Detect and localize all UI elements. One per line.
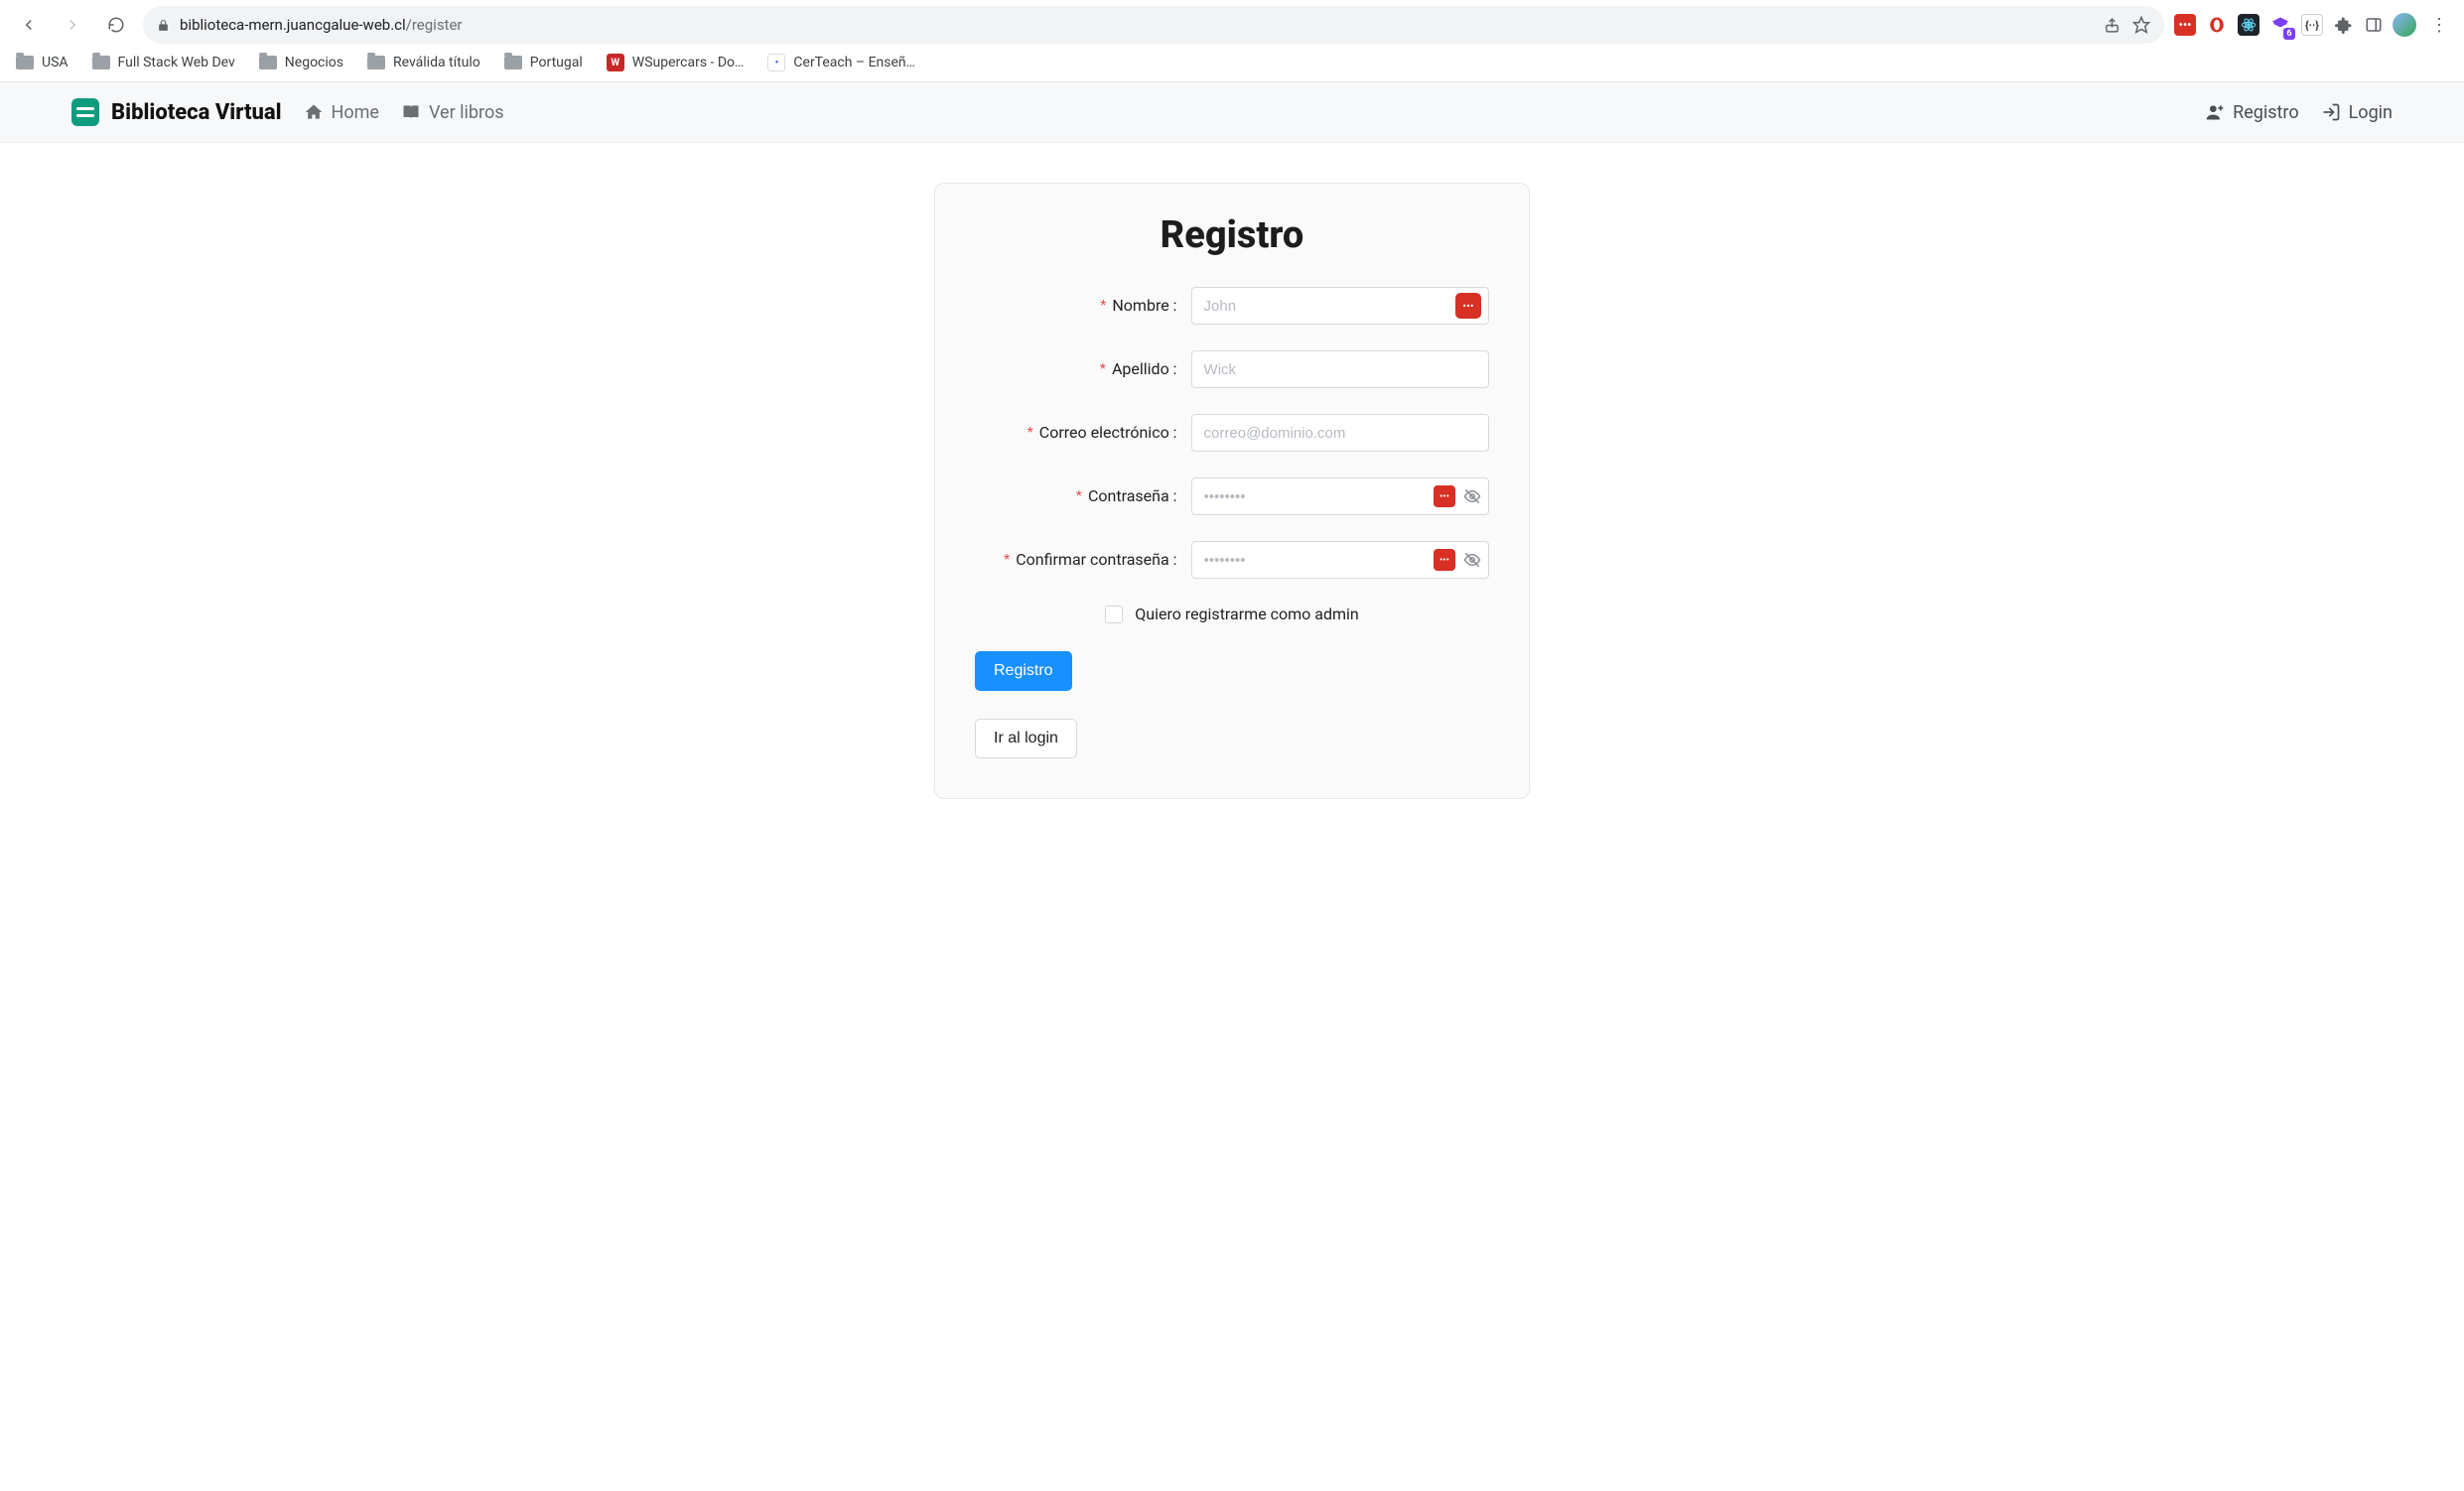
eye-off-icon[interactable] xyxy=(1463,551,1481,569)
admin-checkbox-label: Quiero registrarme como admin xyxy=(1135,605,1359,623)
book-open-icon xyxy=(401,102,421,122)
folder-icon xyxy=(92,56,110,69)
bookmark-negocios[interactable]: Negocios xyxy=(259,55,343,70)
row-email: * Correo electrónico : xyxy=(975,414,1489,452)
password-manager-icon[interactable]: ••• xyxy=(1434,485,1455,507)
share-icon[interactable] xyxy=(2104,17,2121,34)
extension-grad-icon[interactable]: 6 xyxy=(2269,14,2291,36)
bookmark-revalida[interactable]: Reválida título xyxy=(367,55,480,70)
chrome-menu-icon[interactable]: ⋮ xyxy=(2426,15,2452,36)
brand-title: Biblioteca Virtual xyxy=(111,100,282,125)
input-name[interactable] xyxy=(1191,287,1489,325)
bookmark-label: Negocios xyxy=(285,55,343,70)
url-path: /register xyxy=(406,16,463,34)
url-host: biblioteca-mern.juancgalue-web.cl xyxy=(180,16,406,34)
favicon-icon: W xyxy=(607,54,624,71)
nav-label: Ver libros xyxy=(429,102,504,123)
password-manager-icon[interactable]: ••• xyxy=(1455,293,1481,319)
row-lastname: * Apellido : xyxy=(975,350,1489,388)
label-email: * Correo electrónico : xyxy=(975,423,1191,443)
browser-chrome: biblioteca-mern.juancgalue-web.cl/regist… xyxy=(0,0,2464,82)
nav-books[interactable]: Ver libros xyxy=(401,102,504,123)
nav-login[interactable]: Login xyxy=(2321,102,2393,123)
row-password: * Contraseña : ••• xyxy=(975,477,1489,515)
register-card: Registro * Nombre : ••• * Apellido : * C… xyxy=(934,183,1530,799)
nav-label: Registro xyxy=(2233,102,2299,123)
bookmark-label: Portugal xyxy=(530,55,583,70)
browser-toolbar: biblioteca-mern.juancgalue-web.cl/regist… xyxy=(0,0,2464,50)
bookmark-wsupercars[interactable]: W WSupercars - Do… xyxy=(607,54,745,71)
login-icon xyxy=(2321,102,2341,122)
bookmark-label: WSupercars - Do… xyxy=(632,55,745,70)
row-name: * Nombre : ••• xyxy=(975,287,1489,325)
bookmark-label: Reválida título xyxy=(393,55,480,70)
row-admin-checkbox[interactable]: Quiero registrarme como admin xyxy=(975,605,1489,623)
label-lastname: * Apellido : xyxy=(975,359,1191,379)
address-bar[interactable]: biblioteca-mern.juancgalue-web.cl/regist… xyxy=(143,6,2164,44)
bookmarks-bar: USA Full Stack Web Dev Negocios Reválida… xyxy=(0,50,2464,82)
input-lastname[interactable] xyxy=(1191,350,1489,388)
folder-icon xyxy=(367,56,385,69)
nav-right: Registro Login xyxy=(2205,102,2393,123)
extension-opera-icon[interactable] xyxy=(2206,14,2228,36)
label-password: * Contraseña : xyxy=(975,486,1191,506)
extension-braces-icon[interactable]: {··} xyxy=(2301,14,2323,36)
folder-icon xyxy=(259,56,277,69)
reload-button[interactable] xyxy=(99,8,133,42)
folder-icon xyxy=(504,56,522,69)
label-confirm: * Confirmar contraseña : xyxy=(975,550,1191,570)
app-navbar: Biblioteca Virtual Home Ver libros Regis… xyxy=(0,82,2464,143)
admin-checkbox[interactable] xyxy=(1105,606,1123,623)
user-plus-icon xyxy=(2205,102,2225,122)
nav-links: Home Ver libros xyxy=(304,102,504,123)
bookmark-star-icon[interactable] xyxy=(2132,16,2150,34)
bookmark-label: Full Stack Web Dev xyxy=(118,55,235,70)
go-to-login-button[interactable]: Ir al login xyxy=(975,719,1077,758)
bookmark-fullstack[interactable]: Full Stack Web Dev xyxy=(92,55,235,70)
extension-react-devtools-icon[interactable] xyxy=(2238,14,2259,36)
nav-home[interactable]: Home xyxy=(304,102,379,123)
back-button[interactable] xyxy=(12,8,46,42)
bookmark-usa[interactable]: USA xyxy=(16,55,68,70)
lock-icon xyxy=(157,19,170,32)
favicon-icon: • xyxy=(767,54,785,71)
row-confirm: * Confirmar contraseña : ••• xyxy=(975,541,1489,579)
bookmark-label: CerTeach – Enseñ… xyxy=(793,55,915,70)
form-actions: Registro Ir al login xyxy=(975,651,1489,758)
nav-register[interactable]: Registro xyxy=(2205,102,2299,123)
brand[interactable]: Biblioteca Virtual xyxy=(71,98,282,126)
label-name: * Nombre : xyxy=(975,296,1191,316)
password-manager-icon[interactable]: ••• xyxy=(1434,549,1455,571)
brand-book-icon xyxy=(71,98,99,126)
bookmark-portugal[interactable]: Portugal xyxy=(504,55,583,70)
nav-label: Login xyxy=(2349,102,2393,123)
form-title: Registro xyxy=(975,213,1489,257)
folder-icon xyxy=(16,56,34,69)
submit-button[interactable]: Registro xyxy=(975,651,1072,691)
nav-label: Home xyxy=(332,102,379,123)
profile-avatar[interactable] xyxy=(2393,13,2416,37)
input-email[interactable] xyxy=(1191,414,1489,452)
forward-button[interactable] xyxy=(56,8,89,42)
bookmark-certeach[interactable]: • CerTeach – Enseñ… xyxy=(767,54,915,71)
extension-lastpass-icon[interactable]: ••• xyxy=(2174,14,2196,36)
extensions-menu-icon[interactable] xyxy=(2333,14,2355,36)
eye-off-icon[interactable] xyxy=(1463,487,1481,505)
side-panel-icon[interactable] xyxy=(2365,16,2383,34)
extension-badge: 6 xyxy=(2283,28,2295,40)
bookmark-label: USA xyxy=(42,55,68,70)
url-text: biblioteca-mern.juancgalue-web.cl/regist… xyxy=(180,16,463,34)
home-icon xyxy=(304,102,324,122)
page-content: Registro * Nombre : ••• * Apellido : * C… xyxy=(0,143,2464,859)
